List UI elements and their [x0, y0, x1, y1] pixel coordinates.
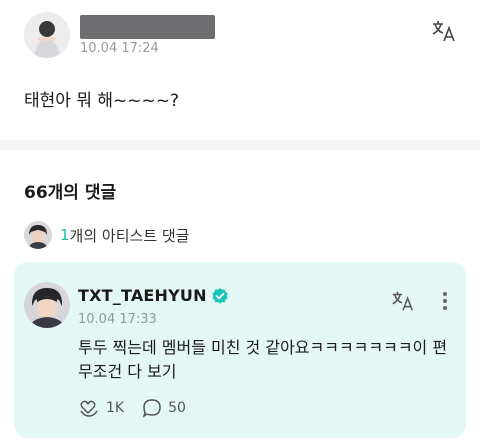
commenter-avatar[interactable]	[24, 282, 70, 328]
comment-timestamp: 10.04 17:33	[78, 312, 157, 327]
more-vertical-icon[interactable]	[438, 290, 452, 312]
like-count: 1K	[106, 400, 125, 416]
artist-comment-card: TXT_TAEHYUN 10.04 17:33 투두 찍는데 멤버들 미친 것 …	[14, 262, 466, 438]
speech-bubble-icon	[142, 399, 161, 418]
author-name[interactable]: TXT_TAEHYUN	[78, 286, 207, 305]
reply-count: 50	[168, 400, 186, 416]
like-button[interactable]: 1K	[78, 398, 124, 418]
artist-avatar-small	[24, 221, 52, 249]
translate-icon[interactable]	[390, 288, 416, 314]
post-header: 10.04 17:24	[24, 12, 464, 62]
user-avatar[interactable]	[24, 12, 70, 58]
comments-count-title: 66개의 댓글	[24, 183, 117, 203]
reaction-bar: 1K 50	[78, 396, 204, 420]
artist-comments-filter[interactable]: 1 개의 아티스트 댓글	[24, 220, 189, 250]
artist-comment-label: 개의 아티스트 댓글	[69, 226, 190, 245]
comment-author: TXT_TAEHYUN	[78, 286, 229, 305]
verified-badge-icon	[212, 287, 228, 304]
username-redacted	[80, 15, 215, 39]
post-timestamp: 10.04 17:24	[80, 41, 159, 56]
translate-icon[interactable]	[430, 17, 458, 45]
artist-comment-count: 1	[60, 226, 70, 244]
heart-hands-icon	[80, 400, 98, 417]
section-divider	[0, 140, 480, 150]
comment-text: 투두 찍는데 멤버들 미친 것 같아요ㅋㅋㅋㅋㅋㅋㅋ이 편 무조건 다 보기	[78, 338, 448, 381]
post-body: 태현아 뭐 해~~~~?	[24, 91, 180, 111]
reply-button[interactable]: 50	[142, 398, 186, 418]
